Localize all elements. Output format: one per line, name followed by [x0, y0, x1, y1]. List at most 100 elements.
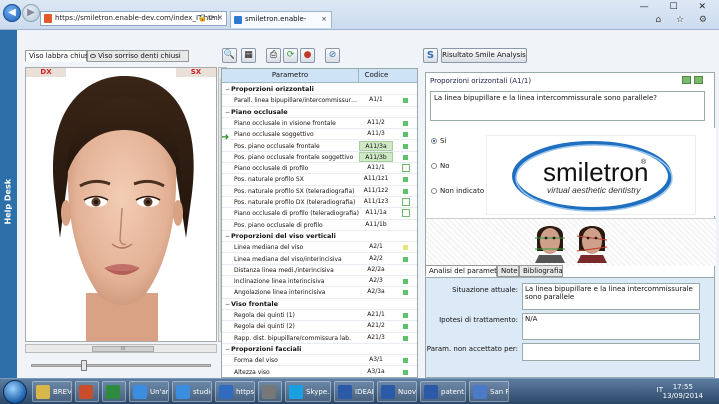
- grid-group-row[interactable]: − Viso frontale: [222, 299, 417, 310]
- table-row[interactable]: Distanza linea medi./interincisiva A2/2a: [222, 265, 417, 277]
- ipotesi-field[interactable]: N/A: [522, 313, 700, 340]
- smiletron-icon[interactable]: S: [423, 48, 438, 63]
- grid-group-row[interactable]: − Proporzioni orizzontali: [222, 84, 417, 96]
- status-checkbox[interactable]: [402, 198, 410, 206]
- tab-analisi-parametro[interactable]: Analisi del parametro: [425, 265, 504, 277]
- system-clock[interactable]: 17:55 13/09/2014: [663, 383, 703, 401]
- table-row[interactable]: Linea mediana del viso A2/1: [222, 242, 417, 254]
- table-row[interactable]: Piano occlusale soggettivo A11/3: [222, 129, 417, 141]
- taskbar-app-icon: [176, 385, 190, 399]
- table-row[interactable]: Altezza viso A3/1a: [222, 367, 417, 377]
- taskbar-item[interactable]: Un'art...: [129, 381, 169, 402]
- taskbar-item[interactable]: [258, 381, 282, 402]
- status-checkbox[interactable]: [402, 209, 410, 218]
- result-smile-analysis-button[interactable]: Risultato Smile Analysis: [441, 48, 527, 63]
- taskbar-item[interactable]: BREVE...: [32, 381, 72, 402]
- table-row[interactable]: Rapp. dist. bipupillare/commissura lab. A…: [222, 333, 417, 344]
- taskbar-app-icon: [219, 385, 233, 399]
- taskbar-item[interactable]: studio...: [172, 381, 212, 402]
- tab-bibliografia[interactable]: Bibliografia: [519, 265, 563, 277]
- forward-button[interactable]: ▶: [22, 4, 40, 22]
- address-tools[interactable]: 🔒 ⟳ ✕: [198, 12, 223, 25]
- address-bar[interactable]: https://smiletron.enable-dev.com/index_I…: [40, 11, 227, 26]
- table-row[interactable]: Parall. linea bipupillare/intercommissur…: [222, 95, 417, 107]
- back-button[interactable]: ◀: [3, 4, 21, 22]
- tab-close-icon[interactable]: ×: [321, 12, 327, 27]
- table-row[interactable]: Forma del viso A3/1: [222, 355, 417, 367]
- no-entry-icon[interactable]: ⊘: [325, 48, 340, 63]
- radio-no[interactable]: [431, 163, 437, 169]
- status-checkbox[interactable]: [402, 164, 410, 173]
- row-code: A3/1: [369, 356, 383, 364]
- taskbar-item[interactable]: [102, 381, 126, 402]
- col-param-header[interactable]: Parametro: [222, 69, 358, 82]
- calculator-icon[interactable]: ▦: [241, 48, 256, 63]
- taskbar-item[interactable]: https:...: [215, 381, 255, 402]
- table-row[interactable]: Pos. naturale profilo SX A11/1z1: [222, 174, 417, 186]
- tab-smile-closed[interactable]: Viso sorriso denti chiusi: [87, 50, 189, 62]
- table-row[interactable]: Angolazione linea interincisiva A2/3a: [222, 287, 417, 299]
- table-row[interactable]: Linea mediana del viso/interincisiva A2/2: [222, 254, 417, 265]
- table-row[interactable]: Piano occlusale di profilo (teleradiogra…: [222, 208, 417, 220]
- refresh-icon[interactable]: ⟳: [283, 48, 298, 63]
- tab-note[interactable]: Note: [497, 265, 519, 277]
- table-row[interactable]: Pos. piano occlusale frontale A11/3a: [222, 140, 417, 152]
- print-icon[interactable]: ⎙: [266, 48, 281, 63]
- status-indicator-icon: [403, 245, 408, 251]
- table-row[interactable]: Pos. naturale profilo DX (teleradiografi…: [222, 197, 417, 209]
- option-non-indicato[interactable]: Non indicato: [431, 187, 484, 195]
- table-row[interactable]: Inclinazione linea interincisiva A2/3: [222, 276, 417, 288]
- row-code: A2/2a: [367, 265, 385, 273]
- row-code: A2/1: [369, 243, 383, 251]
- option-no[interactable]: No: [431, 162, 450, 170]
- browser-tab[interactable]: smiletron.enable-dev.com ×: [230, 11, 332, 38]
- window-controls[interactable]: — ☐ ✕: [640, 2, 715, 12]
- taskbar-item[interactable]: IDEAL ...: [334, 381, 374, 402]
- param-non-accettato-field[interactable]: [522, 343, 700, 361]
- table-row[interactable]: Piano occlusale di profilo A11/1: [222, 163, 417, 175]
- radio-non-indicato[interactable]: [431, 188, 437, 194]
- option-si[interactable]: Si: [431, 137, 446, 145]
- example-images-area: [426, 218, 716, 266]
- help-desk-sidebar[interactable]: Help Desk: [0, 30, 17, 378]
- grid-group-row[interactable]: − Proporzioni del viso verticali: [222, 231, 417, 243]
- table-row[interactable]: Pos. piano occlusale frontale soggettivo…: [222, 151, 417, 164]
- grid-group-row[interactable]: − Piano occlusale: [222, 107, 417, 118]
- row-param: Rapp. dist. bipupillare/commissura lab.: [234, 334, 352, 342]
- table-row[interactable]: Pos. piano occlusale di profilo A11/1b: [222, 220, 417, 231]
- collapse-icon[interactable]: −: [225, 84, 230, 95]
- face-photo[interactable]: DX SX: [25, 67, 217, 342]
- windows-taskbar: BREVE... Un'art... studio... https:... Skype…: [0, 378, 719, 404]
- collapse-icon[interactable]: −: [225, 299, 230, 310]
- table-row[interactable]: Piano occlusale in visione frontale A11/2: [222, 118, 417, 130]
- logo-wordmark: smiletron: [543, 157, 648, 187]
- record-icon[interactable]: ●: [300, 48, 315, 63]
- taskbar-item[interactable]: Nuov...: [377, 381, 417, 402]
- next-question-icon[interactable]: [694, 76, 703, 84]
- collapse-icon[interactable]: −: [225, 231, 230, 242]
- taskbar-item[interactable]: Skype...: [285, 381, 331, 402]
- row-code: A21/1: [367, 311, 385, 318]
- slider-knob[interactable]: [80, 360, 87, 371]
- prev-question-icon[interactable]: [682, 76, 691, 84]
- zoom-slider[interactable]: [31, 360, 211, 371]
- start-button[interactable]: [3, 380, 27, 404]
- taskbar-item[interactable]: patent...: [420, 381, 466, 402]
- situazione-field[interactable]: La linea bipupillare e la linea intercom…: [522, 283, 700, 310]
- collapse-icon[interactable]: −: [225, 107, 230, 118]
- col-code-header[interactable]: Codice: [358, 69, 394, 82]
- grid-group-row[interactable]: − Proporzioni facciali: [222, 344, 417, 356]
- tab-lips-closed[interactable]: Viso labbra chiuse: [25, 50, 93, 62]
- table-row[interactable]: Regola dei quinti (2) A21/2: [222, 321, 417, 333]
- collapse-icon[interactable]: −: [225, 344, 230, 355]
- scroll-thumb-h[interactable]: III: [92, 346, 154, 352]
- radio-si[interactable]: [431, 138, 437, 144]
- table-row[interactable]: Pos. naturale profilo SX (teleradiografi…: [222, 186, 417, 197]
- browser-toolbar-icons[interactable]: ⌂ ☆ ⚙: [655, 15, 713, 25]
- photo-horizontal-scrollbar[interactable]: III: [25, 344, 217, 353]
- taskbar-item[interactable]: San R...: [469, 381, 509, 402]
- row-code: A11/3: [367, 130, 385, 138]
- zoom-icon[interactable]: 🔍: [222, 48, 237, 63]
- taskbar-item[interactable]: [75, 381, 99, 402]
- table-row[interactable]: Regola dei quinti (1) A21/1: [222, 310, 417, 322]
